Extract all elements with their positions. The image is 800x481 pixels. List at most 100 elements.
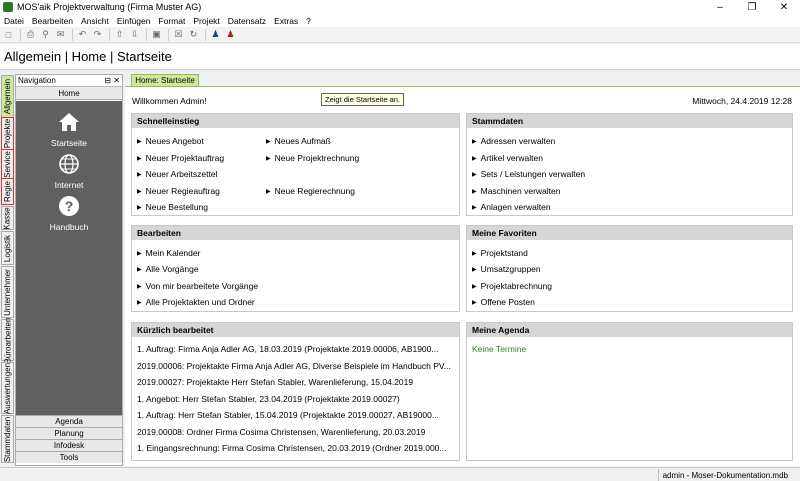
arrow-right-icon: ▶	[137, 172, 142, 179]
arrow-right-icon: ▶	[266, 156, 271, 163]
link-neuer-projektauftrag[interactable]: ▶ Neuer Projektauftrag	[137, 153, 224, 163]
panel-title: Meine Agenda	[467, 323, 792, 337]
maximize-button[interactable]: ❐	[736, 0, 768, 14]
nav-home-button[interactable]: Home	[16, 87, 122, 100]
refresh-icon[interactable]: ↻	[187, 28, 200, 41]
arrow-right-icon: ▶	[472, 251, 477, 258]
arrow-right-icon: ▶	[137, 205, 142, 212]
vtab-auswertungen[interactable]: Auswertungen	[1, 362, 14, 414]
nav-agenda-button[interactable]: Agenda	[16, 415, 122, 427]
link-artikel-verwalten[interactable]: ▶ Artikel verwalten	[472, 153, 543, 163]
stop-icon[interactable]: ☒	[172, 28, 185, 41]
arrow-right-icon: ▶	[266, 139, 271, 146]
print-icon[interactable]: ⎙	[24, 28, 37, 41]
title-bar: MOS'aik Projektverwaltung (Firma Muster …	[0, 0, 800, 14]
panel-meine-agenda: Meine Agenda Keine Termine	[466, 322, 793, 461]
recent-item[interactable]: 2019.00027: Projektakte Herr Stefan Stab…	[137, 377, 413, 387]
undo-icon[interactable]: ↶	[76, 28, 89, 41]
nav-bottom-buttons: Agenda Planung Infodesk Tools	[16, 415, 122, 463]
vtab-regie[interactable]: Regie	[1, 178, 14, 205]
new-icon[interactable]: □	[2, 28, 15, 41]
link-projektstand[interactable]: ▶ Projektstand	[472, 248, 528, 258]
link-neues-aufmass[interactable]: ▶ Neues Aufmaß	[266, 136, 331, 146]
globe-icon	[59, 154, 79, 174]
arrow-right-icon: ▶	[137, 300, 142, 307]
close-button[interactable]: ✕	[768, 0, 800, 14]
vtab-kasse[interactable]: Kasse	[1, 206, 14, 230]
recent-item[interactable]: 1. Auftrag: Herr Stefan Stabler, 15.04.2…	[137, 410, 439, 420]
link-anlagen-verwalten[interactable]: ▶ Anlagen verwalten	[472, 202, 551, 212]
user-red-icon[interactable]: ♟	[224, 28, 237, 41]
nav-item-handbuch[interactable]: ? Handbuch	[16, 195, 122, 232]
menu-help[interactable]: ?	[302, 16, 315, 26]
nav-tools-button[interactable]: Tools	[16, 451, 122, 463]
link-neue-projektrechnung[interactable]: ▶ Neue Projektrechnung	[266, 153, 359, 163]
link-adressen-verwalten[interactable]: ▶ Adressen verwalten	[472, 136, 555, 146]
menu-datei[interactable]: Datei	[0, 16, 28, 26]
recent-item[interactable]: 1. Auftrag: Firma Anja Adler AG, 18.03.2…	[137, 344, 438, 354]
recent-item[interactable]: 1. Eingangsrechnung: Firma Cosima Christ…	[137, 443, 446, 453]
link-projektabrechnung[interactable]: ▶ Projektabrechnung	[472, 281, 552, 291]
vtab-projekte[interactable]: Projekte	[1, 117, 14, 150]
tab-home-startseite[interactable]: Home: Startseite	[131, 74, 199, 86]
mail-icon[interactable]: ✉	[54, 28, 67, 41]
toolbar-separator	[168, 28, 169, 41]
panel-meine-favoriten: Meine Favoriten ▶ Projektstand ▶ Umsatzgru…	[466, 225, 793, 312]
menu-einfuegen[interactable]: Einfügen	[113, 16, 155, 26]
nav-planung-button[interactable]: Planung	[16, 427, 122, 439]
menu-datensatz[interactable]: Datensatz	[224, 16, 270, 26]
link-alle-projektakten[interactable]: ▶ Alle Projektakten und Ordner	[137, 297, 255, 307]
vtab-unternehmer[interactable]: Unternehmer	[1, 266, 14, 318]
recent-item[interactable]: 2019.00008: Ordner Firma Cosima Christen…	[137, 427, 425, 437]
vtab-bueroarbeiten[interactable]: Büroarbeiten	[1, 317, 14, 363]
navigation-title: Navigation	[18, 76, 56, 85]
link-alle-vorgaenge[interactable]: ▶ Alle Vorgänge	[137, 264, 199, 274]
menu-ansicht[interactable]: Ansicht	[77, 16, 113, 26]
link-mein-kalender[interactable]: ▶ Mein Kalender	[137, 248, 200, 258]
link-umsatzgruppen[interactable]: ▶ Umsatzgruppen	[472, 264, 541, 274]
window-title: MOS'aik Projektverwaltung (Firma Muster …	[17, 2, 202, 12]
menu-format[interactable]: Format	[154, 16, 189, 26]
link-von-mir-bearbeitete-vorgaenge[interactable]: ▶ Von mir bearbeitete Vorgänge	[137, 281, 258, 291]
datetime: Mittwoch, 24.4.2019 12:28	[692, 96, 792, 106]
minimize-button[interactable]: –	[704, 0, 736, 14]
close-panel-icon[interactable]: ✕	[113, 76, 120, 85]
link-neues-angebot[interactable]: ▶ Neues Angebot	[137, 136, 204, 146]
vtab-allgemein[interactable]: Allgemein	[1, 75, 14, 118]
house-icon	[59, 113, 79, 131]
arrow-up-icon[interactable]: ⇧	[113, 28, 126, 41]
help-icon: ?	[59, 196, 79, 216]
nav-infodesk-button[interactable]: Infodesk	[16, 439, 122, 451]
vtab-service[interactable]: Service	[1, 149, 14, 179]
vtab-logistik[interactable]: Logistik	[1, 231, 14, 265]
search-document-icon[interactable]: ▣	[150, 28, 163, 41]
link-neuer-arbeitszettel[interactable]: ▶ Neuer Arbeitszettel	[137, 169, 217, 179]
link-neuer-regieauftrag[interactable]: ▶ Neuer Regieauftrag	[137, 186, 220, 196]
navigation-panel: Navigation ⊟ ✕ Home Startseite Internet …	[15, 74, 123, 466]
arrow-right-icon: ▶	[137, 156, 142, 163]
preview-icon[interactable]: ⚲	[39, 28, 52, 41]
link-neue-bestellung[interactable]: ▶ Neue Bestellung	[137, 202, 208, 212]
panel-title: Meine Favoriten	[467, 226, 792, 240]
menu-extras[interactable]: Extras	[270, 16, 302, 26]
menu-projekt[interactable]: Projekt	[189, 16, 223, 26]
menu-bearbeiten[interactable]: Bearbeiten	[28, 16, 77, 26]
nav-item-startseite[interactable]: Startseite	[16, 111, 122, 148]
panel-schnelleinstieg: Schnelleinstieg ▶ Neues Angebot ▶ Neuer Pr…	[131, 113, 460, 216]
panel-bearbeiten: Bearbeiten ▶ Mein Kalender ▶ Alle Vorgänge…	[131, 225, 460, 312]
link-sets-leistungen-verwalten[interactable]: ▶ Sets / Leistungen verwalten	[472, 169, 585, 179]
nav-item-internet[interactable]: Internet	[16, 153, 122, 190]
pin-icon[interactable]: ⊟	[104, 76, 111, 85]
redo-icon[interactable]: ↷	[91, 28, 104, 41]
link-maschinen-verwalten[interactable]: ▶ Maschinen verwalten	[472, 186, 560, 196]
arrow-right-icon: ▶	[472, 156, 477, 163]
user-blue-icon[interactable]: ♟	[209, 28, 222, 41]
arrow-down-icon[interactable]: ⇩	[128, 28, 141, 41]
app-icon	[3, 2, 13, 12]
recent-item[interactable]: 1. Angebot: Herr Stefan Stabler, 23.04.2…	[137, 394, 400, 404]
link-neue-regierechnung[interactable]: ▶ Neue Regierechnung	[266, 186, 355, 196]
recent-item[interactable]: 2019.00006: Projektakte Firma Anja Adler…	[137, 361, 451, 371]
link-offene-posten[interactable]: ▶ Offene Posten	[472, 297, 535, 307]
vtab-stammdaten[interactable]: Stammdaten	[1, 415, 14, 463]
toolbar: □ ⎙ ⚲ ✉ ↶ ↷ ⇧ ⇩ ▣ ☒ ↻ ♟ ♟	[0, 27, 800, 43]
